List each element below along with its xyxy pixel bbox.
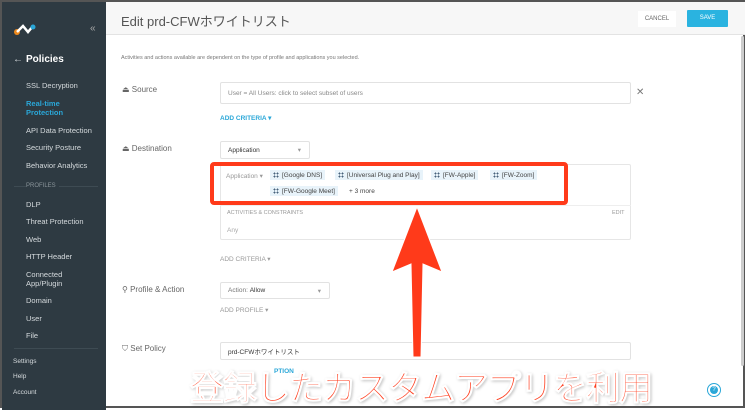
- sidebar-item-http[interactable]: HTTP Header: [26, 252, 72, 261]
- action-prefix: Action:: [228, 287, 248, 294]
- action-value: Allow: [249, 287, 266, 294]
- shield-icon: ⛉: [122, 344, 131, 353]
- sidebar-section-title: Policies: [26, 54, 64, 65]
- activities-value: Any: [227, 227, 239, 234]
- source-add-criteria[interactable]: ADD CRITERIA ▾: [220, 114, 271, 122]
- activities-label: ACTIVITIES & CONSTRAINTS: [227, 210, 304, 216]
- profiles-heading: PROFILES: [26, 182, 59, 191]
- source-input[interactable]: User = All Users: click to select subset…: [220, 82, 631, 104]
- destination-label-text: Destination: [131, 144, 172, 153]
- profile-label: ⚲ Profile & Action: [122, 285, 184, 294]
- sidebar-item-ssl[interactable]: SSL Decryption: [26, 81, 78, 90]
- sidebar-settings[interactable]: Settings: [13, 358, 37, 365]
- sidebar-item-user[interactable]: User: [26, 314, 42, 323]
- sidebar-account[interactable]: Account: [13, 389, 37, 396]
- chevron-down-icon: ▾: [317, 287, 321, 295]
- page-title: Edit prd-CFWホワイトリスト: [121, 14, 291, 29]
- annotation-arrow: [391, 205, 443, 358]
- scrollbar[interactable]: [741, 36, 744, 366]
- help-icon[interactable]: ?: [707, 383, 721, 397]
- info-text: Activities and actions available are dep…: [121, 55, 360, 61]
- add-profile[interactable]: ADD PROFILE ▾: [220, 306, 268, 314]
- sidebar-item-domain[interactable]: Domain: [26, 296, 52, 305]
- sidebar-item-connected[interactable]: Connected App/Plugin: [26, 270, 76, 288]
- source-label-text: Source: [131, 85, 158, 94]
- source-label: ⏏ Source: [122, 85, 157, 94]
- edit-activities-button[interactable]: EDIT: [612, 210, 625, 216]
- highlight-box: [210, 162, 568, 205]
- annotation-text: 登録したカスタムアプリを利用: [190, 370, 654, 409]
- chevron-down-icon: ▾: [297, 147, 301, 154]
- user-icon: ⏏: [122, 85, 132, 94]
- sidebar-item-file[interactable]: File: [26, 331, 38, 340]
- sidebar-item-api[interactable]: API Data Protection: [26, 126, 92, 135]
- close-icon[interactable]: ✕: [636, 87, 644, 98]
- back-arrow-icon[interactable]: ←: [13, 54, 23, 65]
- set-policy-label: ⛉ Set Policy: [122, 344, 166, 354]
- sidebar-item-posture[interactable]: Security Posture: [26, 143, 81, 152]
- sidebar-item-threat[interactable]: Threat Protection: [26, 217, 84, 226]
- destination-label: ⏏ Destination: [122, 144, 172, 153]
- destination-add-criteria[interactable]: ADD CRITERIA ▾: [220, 255, 271, 263]
- action-select[interactable]: Action: Allow ▾: [220, 282, 330, 299]
- run-icon: ⚲: [122, 285, 131, 294]
- set-policy-label-text: Set Policy: [130, 344, 166, 353]
- destination-type-select[interactable]: Application ▾: [220, 141, 310, 159]
- profile-label-text: Profile & Action: [130, 285, 185, 294]
- sidebar-item-realtime[interactable]: Real-time Protection: [26, 99, 76, 117]
- sidebar: « ← Policies SSL Decryption Real-time Pr…: [2, 2, 106, 410]
- sidebar-help[interactable]: Help: [13, 373, 26, 380]
- logo-icon: [14, 22, 36, 35]
- sidebar-item-web[interactable]: Web: [26, 235, 41, 244]
- header: Edit prd-CFWホワイトリスト CANCEL SAVE: [106, 2, 745, 35]
- save-button[interactable]: SAVE: [687, 10, 728, 27]
- sidebar-item-dlp[interactable]: DLP: [26, 200, 41, 209]
- destination-type-value: Application: [228, 146, 260, 154]
- divider: [14, 348, 98, 349]
- sidebar-item-behavior[interactable]: Behavior Analytics: [26, 161, 87, 170]
- collapse-icon[interactable]: «: [90, 23, 96, 34]
- cancel-button[interactable]: CANCEL: [638, 11, 676, 27]
- download-icon: ⏏: [122, 144, 132, 153]
